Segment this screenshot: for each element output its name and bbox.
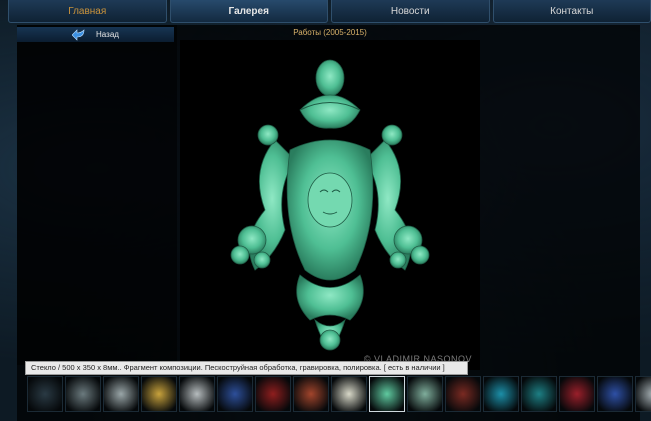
nav-news[interactable]: Новости — [331, 0, 490, 23]
back-button[interactable]: Назад — [17, 27, 174, 42]
gallery-title: Работы (2005-2015) — [293, 28, 367, 37]
thumb-2[interactable] — [65, 376, 101, 412]
thumb-9[interactable] — [331, 376, 367, 412]
thumbnail-strip — [27, 376, 651, 412]
thumb-16[interactable] — [597, 376, 633, 412]
back-label: Назад — [96, 30, 119, 39]
left-panel — [17, 25, 177, 365]
thumb-17[interactable] — [635, 376, 651, 412]
back-arrow-icon — [72, 28, 85, 41]
nav-gallery[interactable]: Галерея — [169, 0, 328, 23]
thumb-10[interactable] — [369, 376, 405, 412]
nav-home[interactable]: Главная — [8, 0, 167, 23]
thumb-3[interactable] — [103, 376, 139, 412]
thumb-6[interactable] — [217, 376, 253, 412]
ornament-image — [230, 59, 430, 351]
thumb-15[interactable] — [559, 376, 595, 412]
thumb-4[interactable] — [141, 376, 177, 412]
thumb-8[interactable] — [293, 376, 329, 412]
thumb-11[interactable] — [407, 376, 443, 412]
thumb-13[interactable] — [483, 376, 519, 412]
thumb-5[interactable] — [179, 376, 215, 412]
top-navigation: Главная Галерея Новости Контакты — [8, 0, 651, 23]
image-description: Стекло / 500 x 350 x 8мм.. Фрагмент комп… — [25, 361, 468, 375]
thumb-1[interactable] — [27, 376, 63, 412]
thumb-14[interactable] — [521, 376, 557, 412]
thumb-12[interactable] — [445, 376, 481, 412]
main-image[interactable]: © VLADIMIR NASONOV — [180, 40, 480, 370]
thumb-7[interactable] — [255, 376, 291, 412]
nav-contacts[interactable]: Контакты — [492, 0, 651, 23]
